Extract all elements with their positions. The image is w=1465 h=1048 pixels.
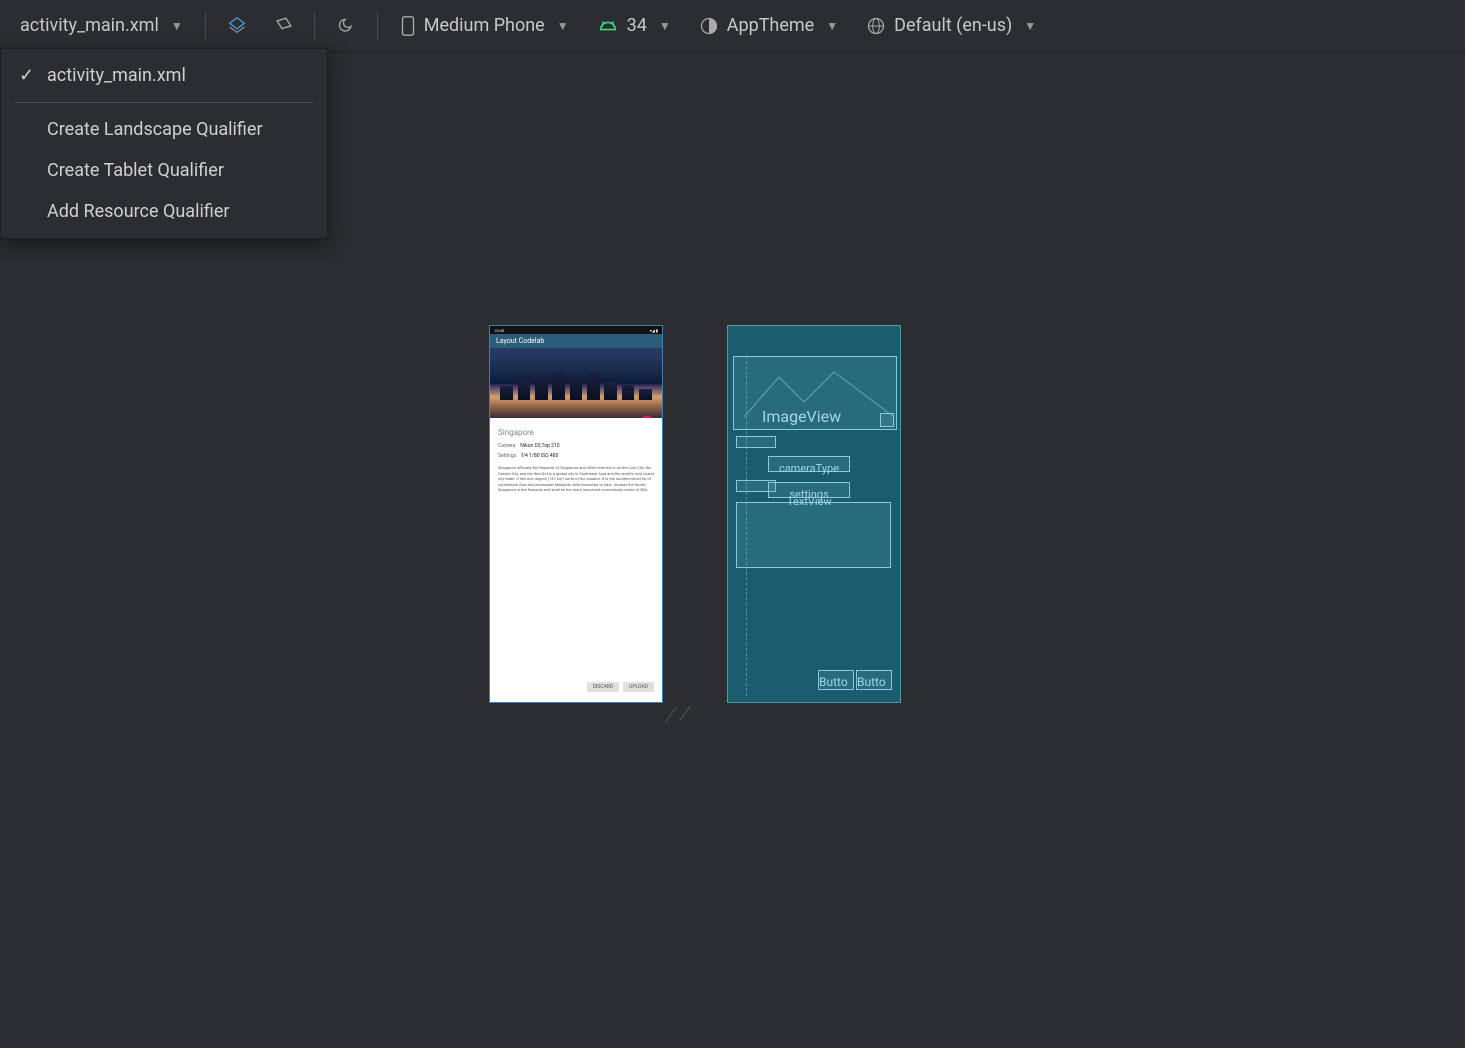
- resize-handle-icon[interactable]: ⟋⟋: [663, 701, 693, 727]
- design-surface-toggle[interactable]: [216, 6, 258, 46]
- phone-icon: [400, 15, 416, 37]
- camera-row: Camera Nikon D3,Top 210: [498, 443, 654, 449]
- bp-imageview[interactable]: ImageView: [733, 356, 897, 430]
- chevron-down-icon: ▼: [171, 19, 183, 33]
- file-selector-menu: ✓ activity_main.xml Create Landscape Qua…: [0, 48, 328, 239]
- status-bar: 13:00 ▾◢ ▮: [490, 326, 662, 334]
- bp-textview-box[interactable]: TextView: [736, 502, 891, 568]
- menu-separator: [15, 102, 313, 103]
- app-title: Layout Codelab: [496, 337, 544, 345]
- menu-item-label: Create Landscape Qualifier: [47, 119, 263, 140]
- discard-button[interactable]: DISCARD: [587, 682, 620, 692]
- bp-button-1[interactable]: Butto: [818, 670, 854, 690]
- app-bar: Layout Codelab: [490, 334, 662, 348]
- moon-icon: [336, 16, 356, 36]
- description-text: Singapore officially the Republic of Sin…: [498, 465, 654, 493]
- settings-label: Settings: [498, 453, 516, 459]
- toolbar-divider: [205, 12, 206, 40]
- stack-icon: [226, 15, 248, 37]
- chevron-down-icon: ▼: [1024, 19, 1036, 33]
- menu-item-label: Add Resource Qualifier: [47, 201, 229, 222]
- bp-button2-label: Butto: [857, 675, 886, 689]
- theme-selector[interactable]: AppTheme ▼: [687, 6, 850, 46]
- locale-label: Default (en-us): [894, 15, 1012, 36]
- theme-label: AppTheme: [727, 15, 815, 36]
- upload-button[interactable]: UPLOAD: [623, 682, 654, 692]
- bp-imageview-label: ImageView: [762, 407, 841, 426]
- bp-textview-label: TextView: [787, 495, 832, 508]
- status-icons: ▾◢ ▮: [650, 328, 658, 333]
- bp-fab-outline: [880, 413, 894, 427]
- menu-item-current-file[interactable]: ✓ activity_main.xml: [1, 55, 327, 96]
- settings-value: f/4 1/80 ISO 400: [521, 453, 558, 459]
- skyline-graphic: [490, 372, 662, 400]
- orientation-toggle[interactable]: [262, 6, 304, 46]
- chevron-down-icon: ▼: [557, 19, 569, 33]
- toolbar-divider: [314, 12, 315, 40]
- settings-row: Settings f/4 1/80 ISO 400: [498, 453, 654, 459]
- api-selector[interactable]: 34 ▼: [585, 6, 683, 46]
- locale-selector[interactable]: Default (en-us) ▼: [854, 6, 1048, 46]
- menu-item-label: Create Tablet Qualifier: [47, 160, 224, 181]
- file-selector-dropdown[interactable]: activity_main.xml ▼: [8, 6, 195, 46]
- toolbar-divider: [377, 12, 378, 40]
- action-row: DISCARD UPLOAD: [587, 682, 654, 692]
- device-label: Medium Phone: [424, 15, 545, 36]
- menu-item-label: activity_main.xml: [47, 65, 186, 86]
- api-level-label: 34: [627, 15, 647, 36]
- android-icon: [597, 17, 619, 35]
- bp-label-box-1[interactable]: [736, 436, 776, 448]
- chevron-down-icon: ▼: [659, 19, 671, 33]
- night-mode-toggle[interactable]: [325, 6, 367, 46]
- blueprint-preview-panel[interactable]: ImageView cameraType settings TextView B…: [727, 325, 901, 703]
- menu-item-create-tablet[interactable]: Create Tablet Qualifier: [1, 150, 327, 191]
- hero-image: [490, 348, 662, 418]
- device-selector[interactable]: Medium Phone ▼: [388, 6, 581, 46]
- contrast-icon: [699, 16, 719, 36]
- chevron-down-icon: ▼: [826, 19, 838, 33]
- camera-label: Camera: [498, 443, 515, 449]
- check-icon: ✓: [19, 65, 35, 86]
- status-time: 13:00: [494, 328, 504, 333]
- layout-editor-toolbar: activity_main.xml ▼ Medium Phone ▼ 34: [0, 0, 1465, 52]
- menu-item-create-landscape[interactable]: Create Landscape Qualifier: [1, 109, 327, 150]
- design-preview-panel[interactable]: 13:00 ▾◢ ▮ Layout Codelab ★ Singapore: [489, 325, 663, 703]
- bp-camera-box[interactable]: cameraType: [768, 456, 850, 472]
- city-name: Singapore: [498, 428, 654, 437]
- bp-camera-label: cameraType: [779, 462, 839, 475]
- content-area: Singapore Camera Nikon D3,Top 210 Settin…: [490, 418, 662, 702]
- bp-button-2[interactable]: Butto: [856, 670, 892, 690]
- camera-value: Nikon D3,Top 210: [520, 443, 559, 449]
- globe-icon: [866, 16, 886, 36]
- bp-button1-label: Butto: [819, 675, 848, 689]
- file-name-label: activity_main.xml: [20, 15, 159, 36]
- menu-item-add-resource[interactable]: Add Resource Qualifier: [1, 191, 327, 232]
- rotate-icon: [272, 15, 294, 37]
